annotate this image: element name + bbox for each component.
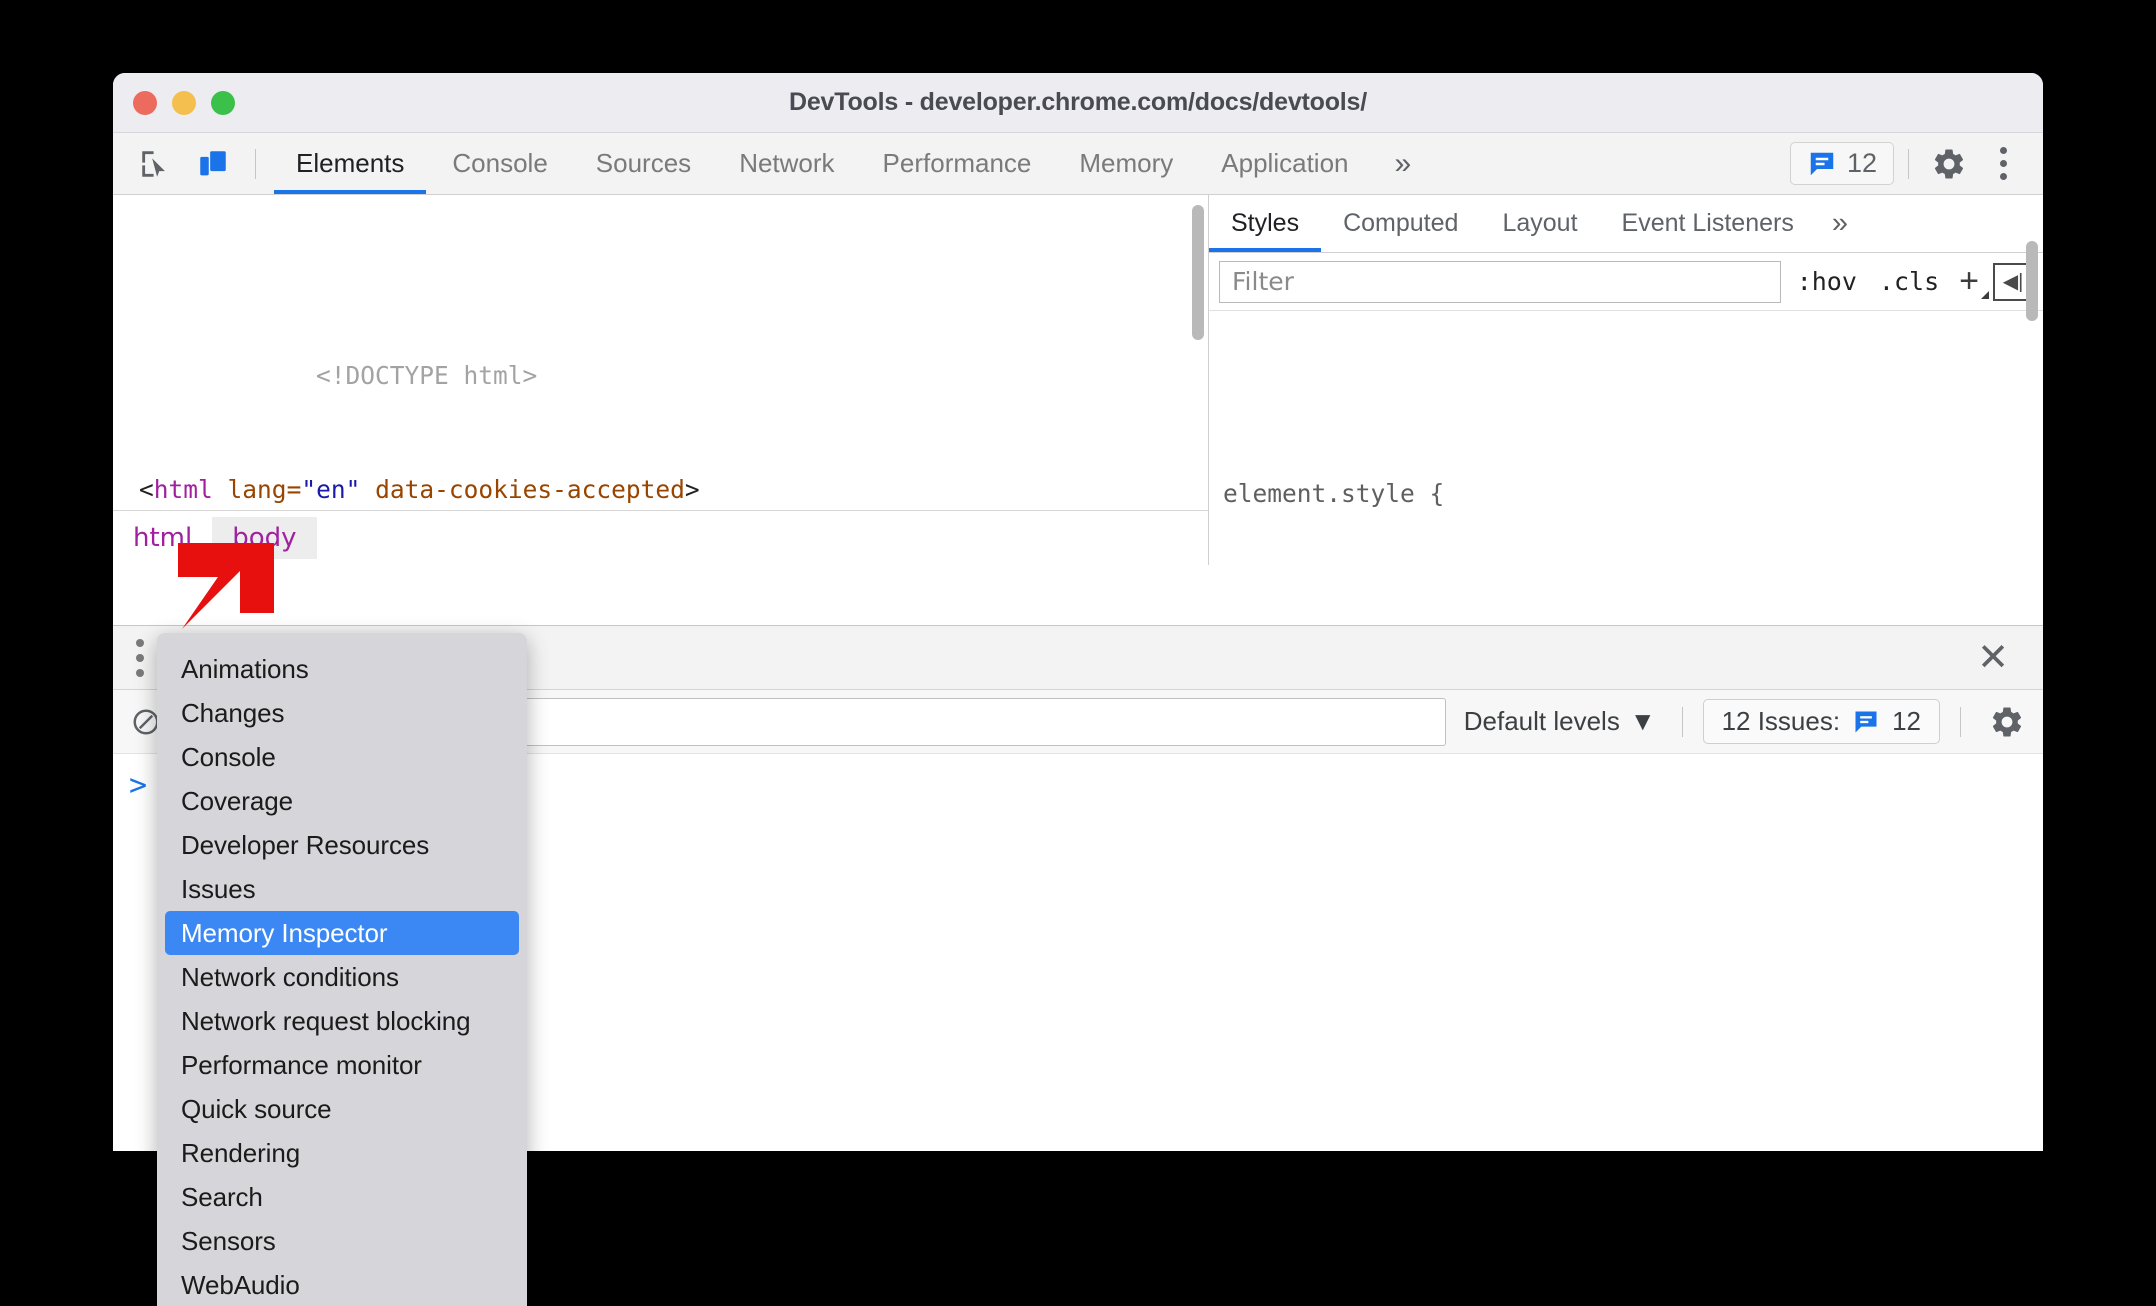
menu-item-developer-resources[interactable]: Developer Resources xyxy=(157,823,527,867)
close-icon[interactable]: ✕ xyxy=(1977,639,2009,677)
tab-event-listeners[interactable]: Event Listeners xyxy=(1600,195,1816,252)
issue-bubble-icon xyxy=(1855,711,1877,732)
menu-item-animations[interactable]: Animations xyxy=(157,647,527,691)
window-title: DevTools - developer.chrome.com/docs/dev… xyxy=(789,88,1367,116)
inspect-cursor-icon[interactable] xyxy=(131,142,179,186)
menu-item-memory-inspector[interactable]: Memory Inspector xyxy=(165,911,519,955)
menu-item-rendering[interactable]: Rendering xyxy=(157,1131,527,1175)
tab-performance[interactable]: Performance xyxy=(859,133,1056,194)
kebab-icon[interactable] xyxy=(1981,138,2025,190)
device-toolbar-icon[interactable] xyxy=(189,142,237,186)
toolbar-icon-group xyxy=(113,133,272,194)
toggle-pseudo-states-button[interactable]: :hov xyxy=(1791,267,1863,296)
toolbar-right-group: 12 xyxy=(1789,133,2043,194)
console-toolbar-divider xyxy=(1681,706,1683,737)
dom-tree-scrollbar[interactable] xyxy=(1192,205,1204,340)
issues-count-label: 12 xyxy=(1846,148,1877,178)
plus-icon[interactable]: + xyxy=(1955,262,1989,301)
menu-item-changes[interactable]: Changes xyxy=(157,691,527,735)
tab-sources[interactable]: Sources xyxy=(572,133,715,194)
console-issues-label: 12 Issues: xyxy=(1721,706,1841,736)
toggle-element-classes-button[interactable]: .cls xyxy=(1873,267,1945,296)
tab-network[interactable]: Network xyxy=(715,133,858,194)
tab-layout[interactable]: Layout xyxy=(1480,195,1599,252)
devtools-main-toolbar: Elements Console Sources Network Perform… xyxy=(113,133,2043,195)
console-issues-count: 12 xyxy=(1892,706,1921,736)
styles-pane-scrollbar[interactable] xyxy=(2026,241,2038,321)
styles-sidebar-tabs: Styles Computed Layout Event Listeners » xyxy=(1209,195,2043,253)
console-issues-button[interactable]: 12 Issues: 12 xyxy=(1702,699,1940,744)
dom-tree-pane[interactable]: <!DOCTYPE html> <html lang="en" data-coo… xyxy=(113,195,1209,565)
toolbar-divider-2 xyxy=(1908,148,1909,179)
menu-item-performance-monitor[interactable]: Performance monitor xyxy=(157,1043,527,1087)
styles-filter-placeholder: Filter xyxy=(1232,267,1294,296)
chevron-down-icon: ▼ xyxy=(1629,706,1656,736)
css-rule-element-style[interactable]: element.style { } xyxy=(1209,395,2043,565)
tab-computed[interactable]: Computed xyxy=(1321,195,1480,252)
tab-styles[interactable]: Styles xyxy=(1209,195,1322,252)
window-titlebar: DevTools - developer.chrome.com/docs/dev… xyxy=(113,73,2043,133)
dom-line-doctype[interactable]: <!DOCTYPE html> xyxy=(113,319,1208,390)
styles-more-tabs-chevron-icon[interactable]: » xyxy=(1816,195,1864,252)
console-toolbar-divider-2 xyxy=(1960,706,1961,737)
menu-item-issues[interactable]: Issues xyxy=(157,867,527,911)
toolbar-divider xyxy=(255,148,256,179)
menu-item-network-conditions[interactable]: Network conditions xyxy=(157,955,527,999)
gear-icon[interactable] xyxy=(1923,138,1975,190)
css-rules-list: element.style { } (index):1 body { min-h… xyxy=(1209,311,2043,565)
menu-item-coverage[interactable]: Coverage xyxy=(157,779,527,823)
tab-elements[interactable]: Elements xyxy=(272,133,428,194)
styles-sidebar-pane: Styles Computed Layout Event Listeners »… xyxy=(1209,195,2043,565)
tab-console[interactable]: Console xyxy=(428,133,571,194)
console-prompt-icon: > xyxy=(129,768,148,803)
styles-toolbar: Filter :hov .cls + ◀| xyxy=(1209,253,2043,311)
red-arrow-annotation-icon xyxy=(178,543,274,629)
dom-line-html[interactable]: <html lang="en" data-cookies-accepted> xyxy=(113,471,1208,509)
issue-bubble-icon xyxy=(1810,152,1834,175)
screenshot-root: DevTools - developer.chrome.com/docs/dev… xyxy=(0,0,2156,1306)
menu-item-sensors[interactable]: Sensors xyxy=(157,1219,527,1263)
log-levels-label: Default levels xyxy=(1463,706,1620,736)
menu-item-search[interactable]: Search xyxy=(157,1175,527,1219)
tab-application[interactable]: Application xyxy=(1197,133,1372,194)
styles-filter-input[interactable]: Filter xyxy=(1219,260,1781,303)
console-settings-gear-icon[interactable] xyxy=(1981,696,2033,748)
elements-panel: <!DOCTYPE html> <html lang="en" data-coo… xyxy=(113,195,2043,565)
menu-item-webaudio[interactable]: WebAudio xyxy=(157,1263,527,1306)
drawer-more-tools-menu[interactable]: Animations Changes Console Coverage Deve… xyxy=(157,633,527,1306)
tab-memory[interactable]: Memory xyxy=(1055,133,1197,194)
panel-tabs: Elements Console Sources Network Perform… xyxy=(272,133,1433,194)
log-levels-dropdown[interactable]: Default levels ▼ xyxy=(1458,706,1662,737)
menu-item-network-request-blocking[interactable]: Network request blocking xyxy=(157,999,527,1043)
menu-item-quick-source[interactable]: Quick source xyxy=(157,1087,527,1131)
more-tabs-chevron-icon[interactable]: » xyxy=(1373,133,1434,194)
menu-item-console[interactable]: Console xyxy=(157,735,527,779)
issues-counter-button[interactable]: 12 xyxy=(1789,142,1894,185)
